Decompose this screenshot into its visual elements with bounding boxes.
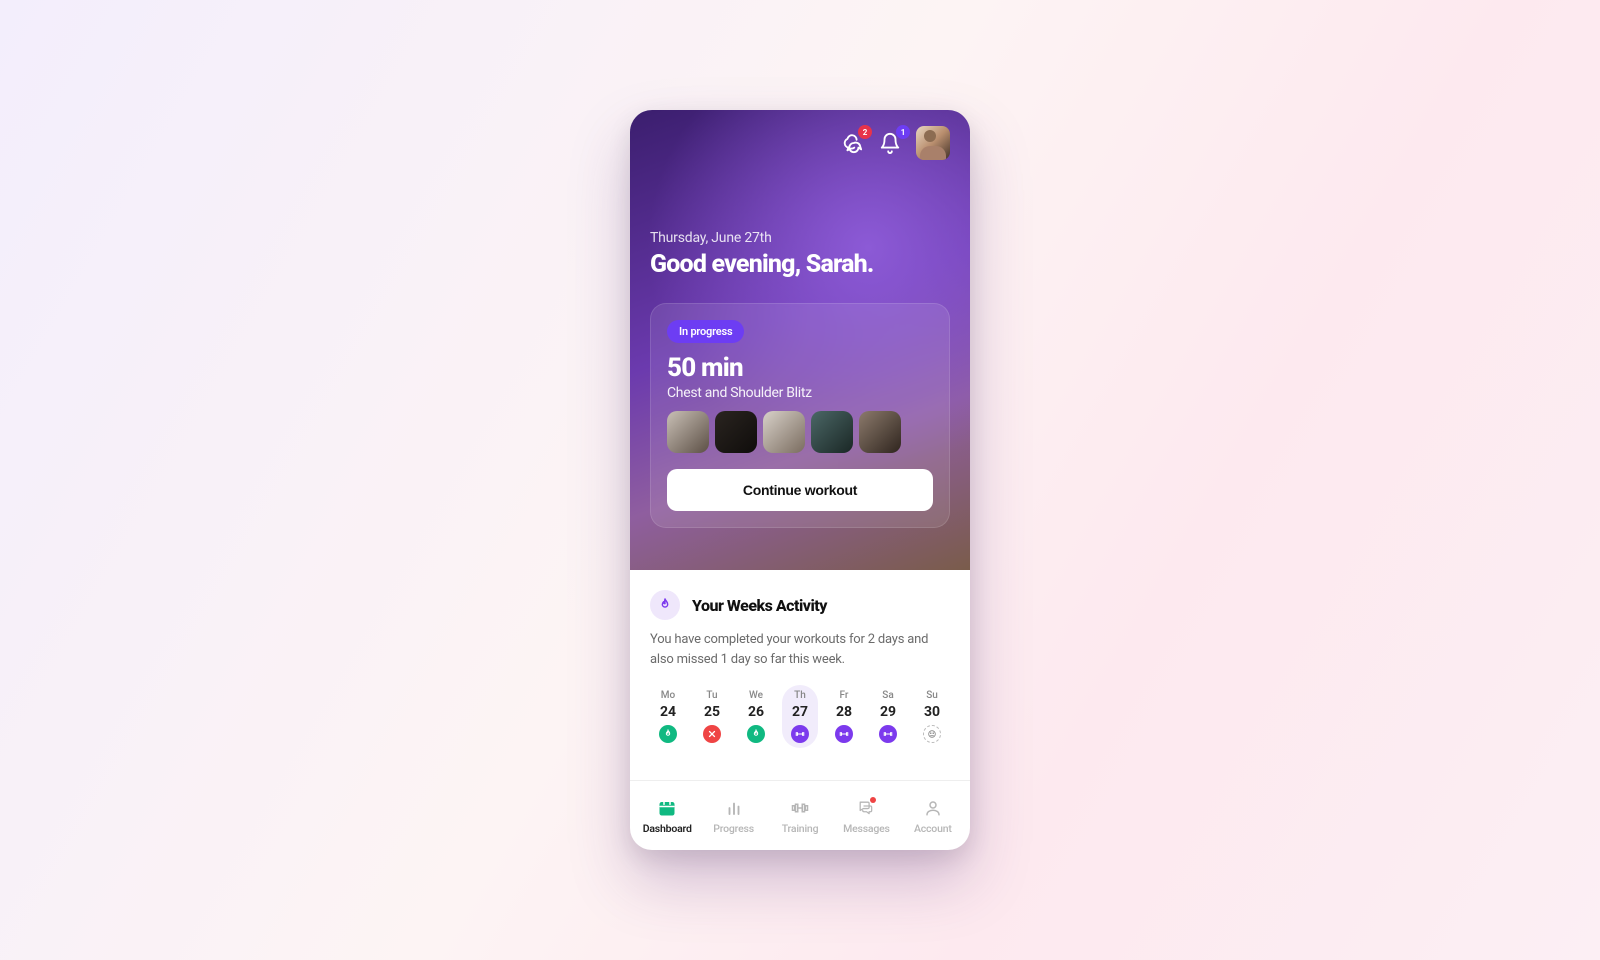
tab-messages[interactable]: Messages <box>833 799 899 835</box>
top-actions: 2 1 <box>650 126 950 160</box>
flame-icon <box>650 590 680 620</box>
week-activity-section: Your Weeks Activity You have completed y… <box>630 570 970 780</box>
day-cell[interactable]: Sa 29 <box>870 685 906 748</box>
day-cell[interactable]: Su 30 <box>914 685 950 748</box>
continue-workout-button[interactable]: Continue workout <box>667 469 933 511</box>
chat-badge: 2 <box>858 125 872 139</box>
missed-icon <box>703 725 721 743</box>
avatar[interactable] <box>916 126 950 160</box>
day-number: 27 <box>792 704 808 720</box>
tab-label: Dashboard <box>643 822 692 835</box>
calendar-icon <box>658 799 676 817</box>
unread-dot-icon <box>870 797 876 803</box>
chart-icon <box>725 799 743 817</box>
done-icon <box>659 725 677 743</box>
tab-dashboard[interactable]: Dashboard <box>634 799 700 835</box>
day-short: Tu <box>706 690 717 701</box>
workout-duration: 50 min <box>667 353 933 383</box>
day-short: Th <box>794 690 806 701</box>
day-cell[interactable]: Th 27 <box>782 685 818 748</box>
day-number: 29 <box>880 704 896 720</box>
day-short: Fr <box>840 690 849 701</box>
section-title: Your Weeks Activity <box>692 596 827 615</box>
day-number: 28 <box>836 704 852 720</box>
chat-button[interactable]: 2 <box>840 131 864 155</box>
notifications-button[interactable]: 1 <box>878 131 902 155</box>
greeting: Thursday, June 27th Good evening, Sarah. <box>650 230 950 279</box>
exercise-thumb[interactable] <box>859 411 901 453</box>
day-number: 26 <box>748 704 764 720</box>
exercise-thumb[interactable] <box>811 411 853 453</box>
day-number: 30 <box>924 704 940 720</box>
day-cell[interactable]: Tu 25 <box>694 685 730 748</box>
week-calendar: Mo 24 Tu 25 We 26 Th 27 Fr 28 Sa 29 Su 30 <box>650 685 950 748</box>
tab-label: Account <box>914 822 952 835</box>
exercise-thumbnails <box>667 411 933 453</box>
day-cell[interactable]: Mo 24 <box>650 685 686 748</box>
dumbbell-icon <box>790 799 810 817</box>
rest-icon <box>923 725 941 743</box>
planned-icon <box>791 725 809 743</box>
day-short: We <box>749 690 763 701</box>
bottom-tab-bar: Dashboard Progress Training Messages <box>630 780 970 850</box>
section-description: You have completed your workouts for 2 d… <box>650 630 950 669</box>
tab-training[interactable]: Training <box>767 799 833 835</box>
status-badge: In progress <box>667 320 744 343</box>
notifications-badge: 1 <box>896 125 910 139</box>
greeting-text: Good evening, Sarah. <box>650 250 950 279</box>
day-short: Su <box>926 690 938 701</box>
day-short: Mo <box>661 690 675 701</box>
tab-label: Messages <box>843 822 890 835</box>
day-cell[interactable]: Fr 28 <box>826 685 862 748</box>
tab-label: Training <box>782 822 819 835</box>
exercise-thumb[interactable] <box>763 411 805 453</box>
day-number: 25 <box>704 704 720 720</box>
section-header: Your Weeks Activity <box>650 590 950 620</box>
day-cell[interactable]: We 26 <box>738 685 774 748</box>
current-date: Thursday, June 27th <box>650 230 950 246</box>
tab-label: Progress <box>713 822 754 835</box>
exercise-thumb[interactable] <box>667 411 709 453</box>
day-number: 24 <box>660 704 676 720</box>
exercise-thumb[interactable] <box>715 411 757 453</box>
done-icon <box>747 725 765 743</box>
workout-name: Chest and Shoulder Blitz <box>667 385 933 401</box>
tab-account[interactable]: Account <box>900 799 966 835</box>
planned-icon <box>879 725 897 743</box>
hero-header: 2 1 Thursday, June 27th Good evening, Sa… <box>630 110 970 570</box>
planned-icon <box>835 725 853 743</box>
tab-progress[interactable]: Progress <box>700 799 766 835</box>
current-workout-card[interactable]: In progress 50 min Chest and Shoulder Bl… <box>650 303 950 528</box>
app-frame: 2 1 Thursday, June 27th Good evening, Sa… <box>630 110 970 850</box>
day-short: Sa <box>882 690 893 701</box>
user-icon <box>924 799 942 817</box>
